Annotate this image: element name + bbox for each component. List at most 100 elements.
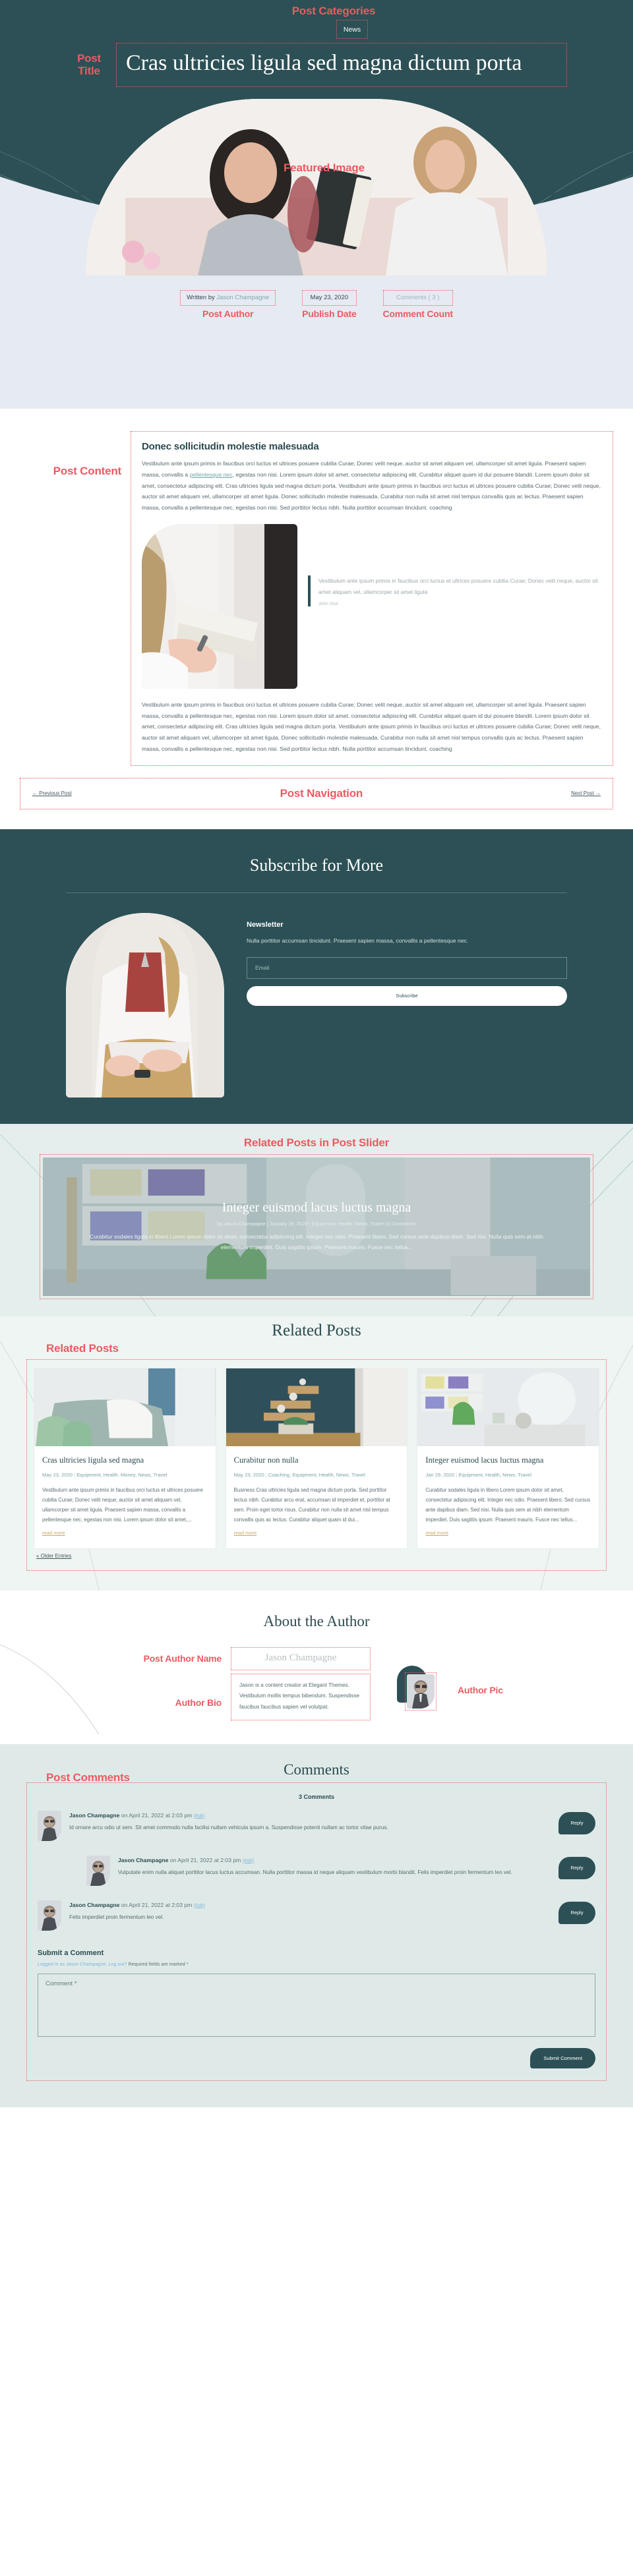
related-post-meta: May 23, 2020 | Equipment, Health, Money,… xyxy=(42,1471,208,1479)
related-post-title[interactable]: Integer euismod lacus luctus magna xyxy=(425,1455,591,1466)
comments-box: 3 Comments Jason Champagne on April 21, … xyxy=(26,1782,607,2081)
related-posts-grid: Cras ultricies ligula sed magna May 23, … xyxy=(34,1367,600,1549)
related-posts-section: Related Posts Related Posts Cras ultrici… xyxy=(0,1316,633,1591)
submit-comment-button[interactable]: Submit Comment xyxy=(530,2047,595,2068)
comment-author-line: Jason Champagne on April 21, 2022 at 2:0… xyxy=(118,1857,535,1863)
related-post-card[interactable]: Curabitur non nulla May 23, 2020 | Coach… xyxy=(225,1367,408,1549)
blockquote-accent-bar xyxy=(308,575,311,607)
comment-textarea[interactable] xyxy=(38,1973,595,2037)
reply-button[interactable]: Reply xyxy=(558,1901,595,1924)
post-title-box: Cras ultricies ligula sed magna dictum p… xyxy=(116,42,567,88)
reply-button[interactable]: Reply xyxy=(558,1856,595,1879)
related-post-thumbnail xyxy=(226,1368,407,1446)
comment-text: Felis imperdiet proin fermentum leo vel. xyxy=(69,1914,164,1920)
publish-date-meta: May 23, 2020 Publish Date xyxy=(302,290,357,319)
related-posts-slider-section: Related Posts in Post Slider Integer eui… xyxy=(0,1124,633,1316)
comment-avatar-graphic xyxy=(38,1810,61,1841)
comments-header: Comments Post Comments xyxy=(26,1761,607,1784)
related-post-body: Integer euismod lacus luctus magna Jan 2… xyxy=(417,1446,599,1548)
related-post-categories[interactable]: Equipment, Health, Money, News, Travel xyxy=(76,1472,167,1478)
comment-avatar-graphic xyxy=(86,1855,110,1886)
related-post-meta: May 23, 2020 | Coaching, Equipment, Heal… xyxy=(234,1471,400,1479)
post-content-row: Post Content Donec sollicitudin molestie… xyxy=(20,431,613,766)
comment-edit-link[interactable]: (Edit) xyxy=(243,1858,254,1863)
author-avatar-graphic xyxy=(407,1674,435,1709)
related-post-date: Jan 29, 2020 xyxy=(425,1472,455,1478)
reply-button[interactable]: Reply xyxy=(558,1811,595,1834)
card-image-graphic-1 xyxy=(34,1368,216,1446)
post-category-chip[interactable]: News xyxy=(336,19,369,39)
next-post-link[interactable]: Next Post → xyxy=(571,790,601,796)
annotation-author-pic: Author Pic xyxy=(458,1684,503,1695)
comment-avatar-graphic xyxy=(38,1900,61,1931)
comment-timestamp: on April 21, 2022 at 2:03 pm xyxy=(119,1901,194,1908)
author-picture-box xyxy=(405,1672,437,1711)
previous-post-link[interactable]: ← Previous Post xyxy=(32,790,72,796)
related-post-title[interactable]: Curabitur non nulla xyxy=(234,1455,400,1466)
related-post-title[interactable]: Cras ultricies ligula sed magna xyxy=(42,1455,208,1466)
subscribe-grid: Newsletter Nulla porttitor accumsan tinc… xyxy=(66,913,567,1098)
post-author-meta: Written by Jason Champagne Post Author xyxy=(180,290,276,319)
related-post-categories[interactable]: Equipment, Health, News, Travel xyxy=(458,1472,531,1478)
related-post-card[interactable]: Integer euismod lacus luctus magna Jan 2… xyxy=(417,1367,600,1549)
card-image-graphic-3 xyxy=(417,1368,599,1446)
related-posts-box: Cras ultricies ligula sed magna May 23, … xyxy=(26,1359,607,1571)
comments-count: 3 Comments xyxy=(298,1793,334,1800)
read-more-link[interactable]: read more xyxy=(234,1530,257,1536)
related-post-excerpt: Curabitur sodales ligula in libero Lorem… xyxy=(425,1486,590,1523)
annotation-comment-count: Comment Count xyxy=(382,308,453,320)
comment-author-line: Jason Champagne on April 21, 2022 at 2:0… xyxy=(69,1902,535,1908)
post-author-box[interactable]: Written by Jason Champagne xyxy=(180,290,276,307)
annotation-featured-image: Featured Image xyxy=(284,161,365,175)
annotation-post-comments: Post Comments xyxy=(46,1771,130,1784)
blockquote-text: Vestibulum ante ipsum primis in faucibus… xyxy=(318,577,598,595)
comment-text: Vulputate enim nulla aliquet porttitor l… xyxy=(118,1869,512,1875)
post-navigation-section: ← Previous Post Post Navigation Next Pos… xyxy=(0,772,633,830)
email-field[interactable] xyxy=(247,956,567,979)
pellentesque-link[interactable]: pellentesque nec xyxy=(190,471,233,478)
related-post-card[interactable]: Cras ultricies ligula sed magna May 23, … xyxy=(34,1367,216,1549)
slider-post-title[interactable]: Integer euismod lacus luctus magna xyxy=(222,1200,411,1215)
related-post-thumbnail xyxy=(417,1368,599,1446)
post-navigation-box: ← Previous Post Post Navigation Next Pos… xyxy=(20,777,613,810)
comment-form: Submit a Comment Logged in as Jason Cham… xyxy=(38,1945,595,2068)
comment-count-value: Comments ( 3 ) xyxy=(396,294,440,302)
post-author-link[interactable]: Jason Champagne xyxy=(216,294,269,301)
comments-section: Comments Post Comments 3 Comments Jason … xyxy=(0,1743,633,2107)
comment-author[interactable]: Jason Champagne xyxy=(118,1857,168,1863)
content-paragraph-2: Vestibulum ante ipsum primis in faucibus… xyxy=(142,701,601,752)
avatar xyxy=(38,1810,61,1841)
related-post-meta: Jan 29, 2020 | Equipment, Health, News, … xyxy=(425,1471,591,1479)
comment-item: Jason Champagne on April 21, 2022 at 2:0… xyxy=(38,1900,595,1931)
subscribe-image-graphic xyxy=(66,913,224,1098)
newsletter-heading: Newsletter xyxy=(247,921,284,929)
comment-author[interactable]: Jason Champagne xyxy=(69,1902,119,1908)
subscribe-button[interactable]: Subscribe xyxy=(247,985,567,1006)
publish-date-value: May 23, 2020 xyxy=(310,294,349,302)
annotation-post-author: Post Author xyxy=(202,308,254,320)
comment-timestamp: on April 21, 2022 at 2:03 pm xyxy=(119,1811,194,1819)
comment-edit-link[interactable]: (Edit) xyxy=(194,1902,205,1908)
comment-author[interactable]: Jason Champagne xyxy=(69,1812,119,1819)
related-post-categories[interactable]: Coaching, Equipment, Health, News, Trave… xyxy=(268,1472,365,1478)
slider-post-excerpt: Curabitur sodales ligula in libero Lorem… xyxy=(90,1233,543,1251)
comment-timestamp: on April 21, 2022 at 2:03 pm xyxy=(168,1856,243,1863)
content-media-row: Vestibulum ante ipsum primis in faucibus… xyxy=(142,523,602,689)
annotation-post-content: Post Content xyxy=(53,465,122,477)
hero-inner: Post Categories News Post Title Cras ult… xyxy=(66,0,567,88)
subscribe-title: Subscribe for More xyxy=(249,856,384,875)
slider-card[interactable]: Integer euismod lacus luctus magna by Ja… xyxy=(43,1157,590,1296)
comment-count-box[interactable]: Comments ( 3 ) xyxy=(382,290,453,307)
annotation-related-posts-slider: Related Posts in Post Slider xyxy=(243,1136,390,1150)
comment-form-actions: Submit Comment xyxy=(38,2047,595,2068)
logout-link[interactable]: Logged in as Jason Champagne. Log out? xyxy=(38,1961,127,1967)
comment-edit-link[interactable]: (Edit) xyxy=(194,1813,205,1819)
read-more-link[interactable]: read more xyxy=(425,1530,448,1536)
related-post-body: Curabitur non nulla May 23, 2020 | Coach… xyxy=(226,1446,407,1548)
related-post-excerpt: Business Cras ultricies ligula sed magna… xyxy=(233,1486,390,1523)
about-author-row: Post Author Name Author Bio Jason Champa… xyxy=(33,1647,600,1720)
author-bio-box: Jason is a content creator at Elegant Th… xyxy=(231,1673,371,1720)
older-entries-link[interactable]: « Older Entries xyxy=(34,1553,71,1559)
read-more-link[interactable]: read more xyxy=(42,1530,65,1536)
annotation-post-title: Post Title xyxy=(76,51,102,78)
